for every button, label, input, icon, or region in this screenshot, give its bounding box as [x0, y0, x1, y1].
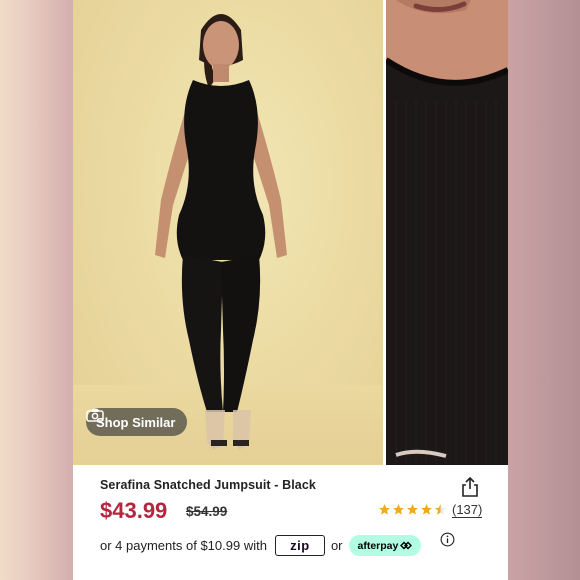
payment-separator: or	[330, 538, 343, 553]
installment-info: or 4 payments of $10.99 with zip or afte…	[100, 535, 422, 556]
installment-text: or 4 payments of $10.99 with	[100, 538, 267, 553]
review-count-link[interactable]: (137)	[452, 502, 483, 518]
afterpay-arrows-icon	[400, 541, 413, 550]
product-card: Shop Similar Serafina Snatched Jumpsuit …	[73, 0, 508, 580]
product-detail-photo[interactable]	[386, 0, 508, 465]
afterpay-badge[interactable]: afterpay	[348, 535, 422, 556]
share-icon[interactable]	[461, 477, 479, 497]
zip-label: zip	[290, 538, 310, 553]
info-icon[interactable]	[440, 532, 455, 547]
rating-stars[interactable]	[378, 503, 447, 516]
neckline-closeup	[386, 0, 508, 465]
shop-similar-button[interactable]: Shop Similar	[86, 408, 188, 436]
zip-badge[interactable]: zip	[274, 535, 325, 556]
star-half-icon	[435, 504, 446, 515]
product-info-panel: Serafina Snatched Jumpsuit - Black $43.9…	[73, 465, 508, 580]
afterpay-label: afterpay	[357, 539, 399, 552]
star-full-icon	[407, 504, 418, 515]
original-price: $54.99	[186, 504, 228, 519]
star-full-icon	[393, 504, 404, 515]
product-main-photo[interactable]: Shop Similar	[73, 0, 383, 465]
camera-search-icon	[86, 409, 104, 422]
product-title[interactable]: Serafina Snatched Jumpsuit - Black	[100, 478, 316, 492]
star-full-icon	[379, 504, 390, 515]
sale-price: $43.99	[100, 498, 168, 523]
model-figure	[155, 14, 287, 450]
shop-similar-label: Shop Similar	[96, 414, 176, 430]
star-full-icon	[421, 504, 432, 515]
